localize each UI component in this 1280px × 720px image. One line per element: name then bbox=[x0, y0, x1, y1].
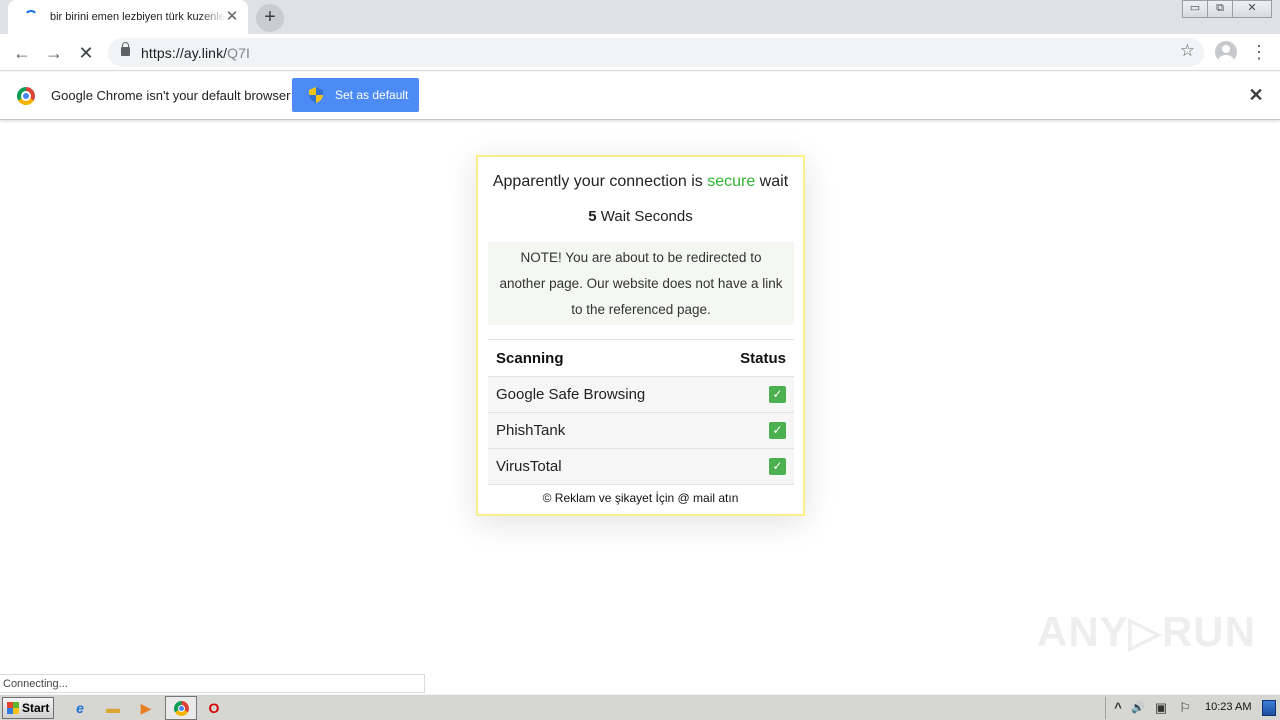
start-label: Start bbox=[22, 701, 50, 715]
checkmark-icon: ✓ bbox=[769, 386, 786, 404]
windows-taskbar: Start e ▬ ▶ O ^ 🔊 ▣ ⚐ 10:23 AM bbox=[0, 694, 1280, 720]
forward-button[interactable]: → bbox=[41, 40, 67, 66]
volume-icon[interactable]: 🔊 bbox=[1130, 699, 1146, 717]
show-desktop-icon[interactable] bbox=[1262, 700, 1276, 716]
network-icon[interactable]: ▣ bbox=[1153, 699, 1169, 717]
column-header-scanning: Scanning bbox=[488, 339, 711, 377]
redirect-note: NOTE! You are about to be redirected to … bbox=[488, 242, 794, 325]
chrome-logo-icon bbox=[17, 87, 35, 105]
windows-logo-icon bbox=[7, 702, 19, 714]
taskbar-chrome-button[interactable] bbox=[165, 696, 197, 720]
file-explorer-icon[interactable]: ▬ bbox=[102, 698, 124, 718]
opera-icon[interactable]: O bbox=[203, 698, 225, 718]
status-bubble: Connecting... bbox=[0, 674, 425, 693]
redirect-card: Apparently your connection is secure wai… bbox=[476, 155, 805, 516]
wait-count: 5 bbox=[588, 208, 597, 225]
scanner-name: VirusTotal bbox=[488, 448, 711, 485]
chrome-icon bbox=[174, 701, 189, 716]
minimize-button[interactable]: ▭ bbox=[1182, 0, 1208, 18]
contact-footer: © Reklam ve şikayet İçin @ mail atın bbox=[542, 491, 739, 505]
infobar-message: Google Chrome isn't your default browser bbox=[51, 88, 291, 103]
infobar-close-icon[interactable]: ✕ bbox=[1247, 86, 1265, 104]
uac-shield-icon bbox=[309, 87, 323, 103]
window-controls: ▭ ⧉ ✕ bbox=[1182, 0, 1272, 18]
browser-tab[interactable]: bir birini emen lezbiyen türk kuzenler ✕ bbox=[8, 0, 248, 34]
stop-loading-button[interactable]: ✕ bbox=[73, 40, 99, 66]
chrome-menu-button[interactable]: ⋮ bbox=[1250, 40, 1268, 66]
tab-title: bir birini emen lezbiyen türk kuzenler bbox=[50, 11, 226, 23]
start-button[interactable]: Start bbox=[2, 697, 54, 719]
system-tray: ^ 🔊 ▣ ⚐ 10:23 AM bbox=[1105, 697, 1278, 719]
browser-toolbar: ← → ✕ https://ay.link/Q7I ☆ ⋮ bbox=[0, 34, 1280, 71]
set-as-default-button[interactable]: Set as default bbox=[292, 78, 419, 112]
anyrun-watermark: ANY▷RUN bbox=[1037, 608, 1256, 655]
restore-button[interactable]: ⧉ bbox=[1207, 0, 1233, 18]
default-browser-infobar: Google Chrome isn't your default browser… bbox=[0, 72, 1280, 120]
tab-strip: bir birini emen lezbiyen türk kuzenler ✕… bbox=[0, 0, 1280, 34]
bookmark-star-icon[interactable]: ☆ bbox=[1180, 41, 1195, 61]
loading-spinner-icon bbox=[24, 10, 38, 24]
set-as-default-label: Set as default bbox=[335, 88, 409, 102]
scanner-name: PhishTank bbox=[488, 412, 711, 449]
lock-icon bbox=[121, 42, 130, 56]
back-button[interactable]: ← bbox=[9, 40, 35, 66]
url-text[interactable]: https://ay.link/Q7I bbox=[141, 45, 250, 61]
new-tab-button[interactable]: + bbox=[256, 4, 284, 32]
scan-status-table: Scanning Status Google Safe Browsing ✓ P… bbox=[488, 339, 794, 485]
taskbar-clock[interactable]: 10:23 AM bbox=[1205, 701, 1251, 713]
tray-expand-icon[interactable]: ^ bbox=[1110, 699, 1126, 717]
secure-word: secure bbox=[707, 173, 756, 190]
connection-headline: Apparently your connection is secure wai… bbox=[492, 173, 789, 190]
action-center-flag-icon[interactable]: ⚐ bbox=[1177, 699, 1193, 717]
scanner-name: Google Safe Browsing bbox=[488, 376, 711, 413]
column-header-status: Status bbox=[710, 339, 794, 377]
wait-countdown: 5 Wait Seconds bbox=[588, 208, 693, 225]
table-row: Google Safe Browsing ✓ bbox=[488, 376, 794, 413]
profile-avatar-icon[interactable] bbox=[1215, 41, 1237, 63]
tab-close-icon[interactable]: ✕ bbox=[224, 9, 240, 25]
table-row: VirusTotal ✓ bbox=[488, 448, 794, 485]
address-bar[interactable]: https://ay.link/Q7I ☆ bbox=[108, 38, 1204, 67]
media-player-icon[interactable]: ▶ bbox=[135, 698, 157, 718]
window-close-button[interactable]: ✕ bbox=[1232, 0, 1272, 18]
internet-explorer-icon[interactable]: e bbox=[69, 698, 91, 718]
checkmark-icon: ✓ bbox=[769, 458, 786, 476]
checkmark-icon: ✓ bbox=[769, 422, 786, 440]
table-row: PhishTank ✓ bbox=[488, 412, 794, 449]
